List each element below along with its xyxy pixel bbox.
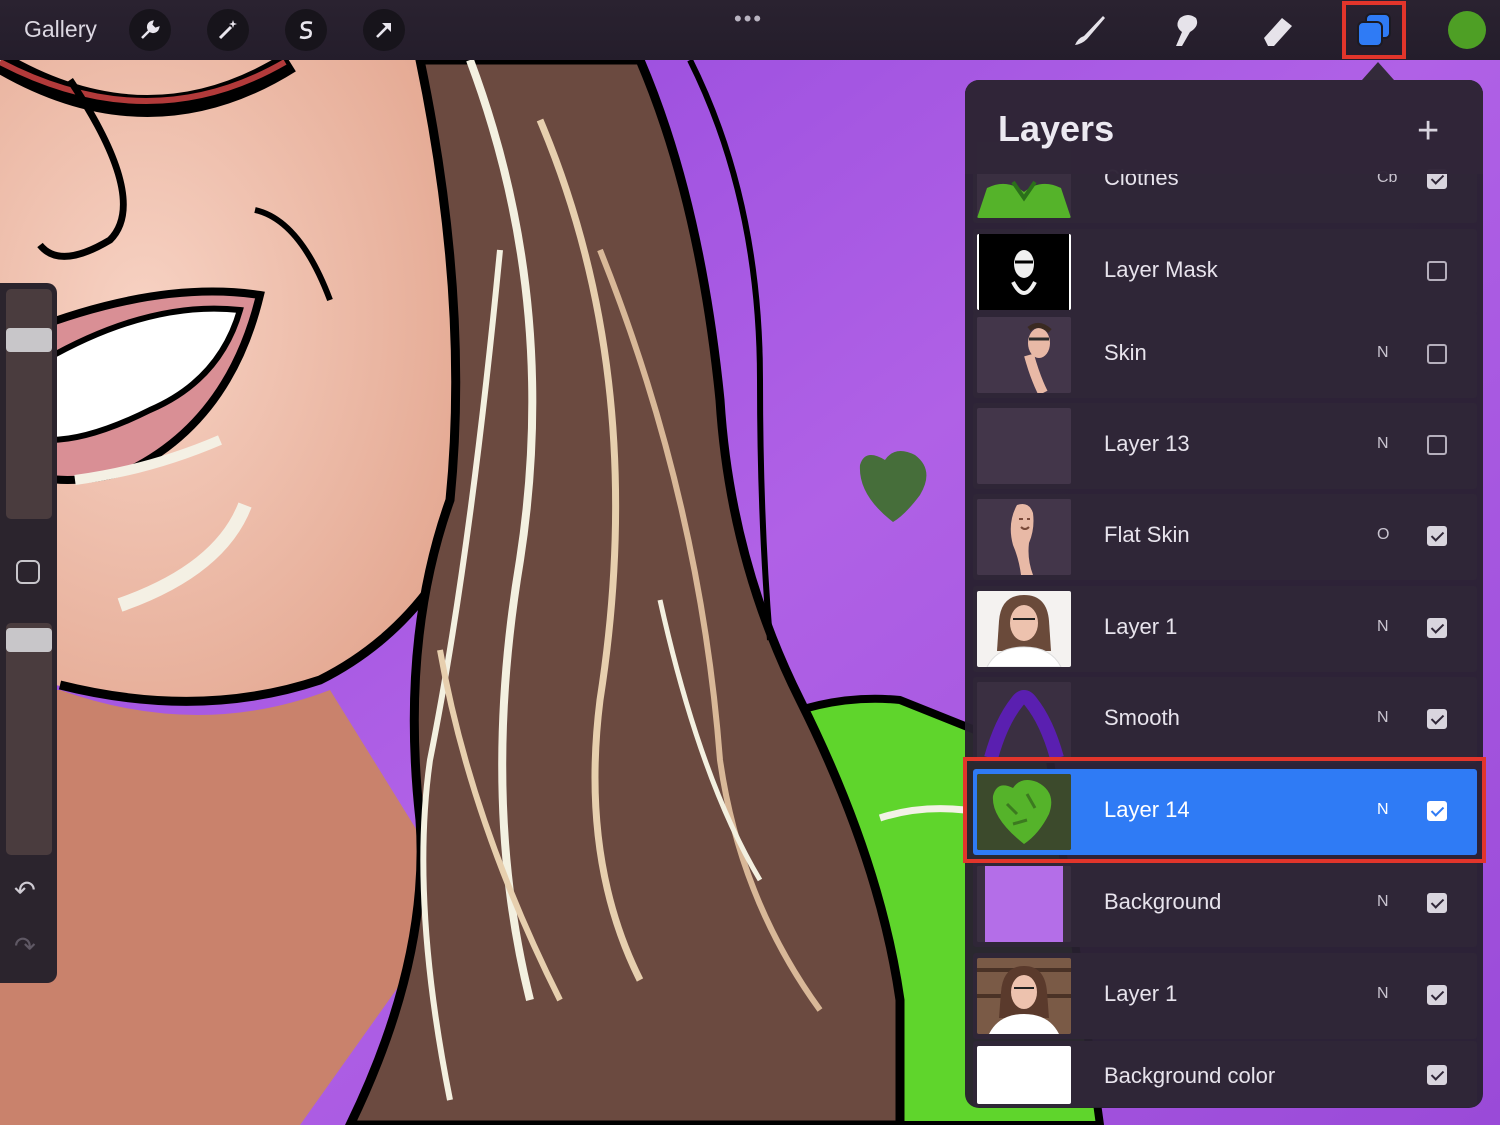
layer-thumbnail: [977, 591, 1071, 667]
layers-panel: Layers + Clothes Cb Layer Mask Skin N La…: [965, 80, 1483, 1108]
layer-row-background-color[interactable]: Background color: [973, 1041, 1477, 1107]
blend-mode[interactable]: N: [1377, 985, 1389, 1003]
layer-thumbnail: [977, 682, 1071, 758]
layer-thumbnail: [977, 408, 1071, 484]
layer-row-layer-mask[interactable]: Layer Mask: [973, 229, 1477, 315]
layer-thumbnail: [977, 958, 1071, 1034]
visibility-checkbox[interactable]: [1427, 709, 1447, 729]
layer-thumbnail: [977, 234, 1071, 310]
brush-tool-button[interactable]: [1068, 8, 1112, 52]
brush-size-slider[interactable]: [6, 289, 52, 519]
layer-name: Layer Mask: [1104, 257, 1218, 282]
layers-title: Layers: [998, 108, 1115, 149]
blend-mode[interactable]: N: [1377, 709, 1389, 727]
actions-button[interactable]: [129, 9, 171, 51]
visibility-checkbox[interactable]: [1427, 261, 1447, 281]
transform-arrow-icon: [376, 23, 391, 38]
layer-name: Layer 13: [1104, 431, 1190, 456]
redo-button[interactable]: ↷: [14, 931, 36, 962]
layer-name: Layer 1: [1104, 614, 1178, 639]
layers-button-highlight: [1342, 1, 1406, 59]
layer-thumbnail: [977, 499, 1071, 575]
layer-name: Skin: [1104, 340, 1147, 365]
blend-mode[interactable]: N: [1377, 344, 1389, 362]
layer-name: Background: [1104, 889, 1222, 914]
layer-row-layer-13[interactable]: Layer 13 N: [973, 403, 1477, 489]
layer-row-smooth[interactable]: Smooth N: [973, 677, 1477, 763]
visibility-checkbox[interactable]: [1427, 1065, 1447, 1085]
layer-name: Background color: [1104, 1063, 1276, 1088]
layer-row-layer-1-photo[interactable]: Layer 1 N: [973, 953, 1477, 1039]
wrench-icon: [141, 20, 160, 39]
layer-row-flat-skin[interactable]: Flat Skin O: [973, 494, 1477, 580]
panel-pointer: [1362, 62, 1394, 80]
layer-thumbnail: [977, 317, 1071, 393]
layer-row-layer-1[interactable]: Layer 1 N: [973, 586, 1477, 672]
gallery-button[interactable]: Gallery: [24, 16, 97, 43]
top-toolbar: Gallery •••: [0, 0, 1500, 60]
smudge-icon: [1176, 15, 1198, 46]
blend-mode[interactable]: N: [1377, 893, 1389, 911]
layer-name: Layer 1: [1104, 981, 1178, 1006]
eraser-tool-button[interactable]: [1256, 8, 1300, 52]
layer-row-skin[interactable]: Skin N: [973, 312, 1477, 398]
opacity-thumb[interactable]: [6, 628, 52, 652]
color-picker-button[interactable]: [1448, 11, 1486, 49]
left-sidebar: ↶ ↷: [0, 283, 57, 983]
visibility-checkbox[interactable]: [1427, 435, 1447, 455]
transform-button[interactable]: [363, 9, 405, 51]
layers-panel-header: Layers +: [965, 80, 1483, 174]
adjustments-button[interactable]: [207, 9, 249, 51]
visibility-checkbox[interactable]: [1427, 526, 1447, 546]
more-options-button[interactable]: •••: [734, 6, 763, 32]
modify-button[interactable]: [16, 560, 40, 584]
magic-wand-icon: [218, 20, 237, 40]
visibility-checkbox[interactable]: [1427, 893, 1447, 913]
selection-button[interactable]: [285, 9, 327, 51]
visibility-checkbox[interactable]: [1427, 985, 1447, 1005]
opacity-slider[interactable]: [6, 623, 52, 855]
blend-mode[interactable]: N: [1377, 618, 1389, 636]
visibility-checkbox[interactable]: [1427, 344, 1447, 364]
selected-layer-highlight: [963, 757, 1486, 863]
layer-row-background[interactable]: Background N: [973, 861, 1477, 947]
eraser-icon: [1264, 18, 1292, 46]
undo-button[interactable]: ↶: [14, 875, 36, 906]
layer-name: Smooth: [1104, 705, 1180, 730]
layer-thumbnail: [977, 866, 1071, 942]
layer-thumbnail: [977, 1046, 1071, 1104]
brush-icon: [1075, 16, 1105, 45]
selection-icon: [299, 21, 313, 40]
layer-name: Flat Skin: [1104, 522, 1190, 547]
blend-mode[interactable]: N: [1377, 435, 1389, 453]
visibility-checkbox[interactable]: [1427, 618, 1447, 638]
brush-size-thumb[interactable]: [6, 328, 52, 352]
add-layer-button[interactable]: +: [1417, 110, 1439, 153]
smudge-tool-button[interactable]: [1162, 8, 1206, 52]
blend-mode[interactable]: O: [1377, 526, 1389, 544]
